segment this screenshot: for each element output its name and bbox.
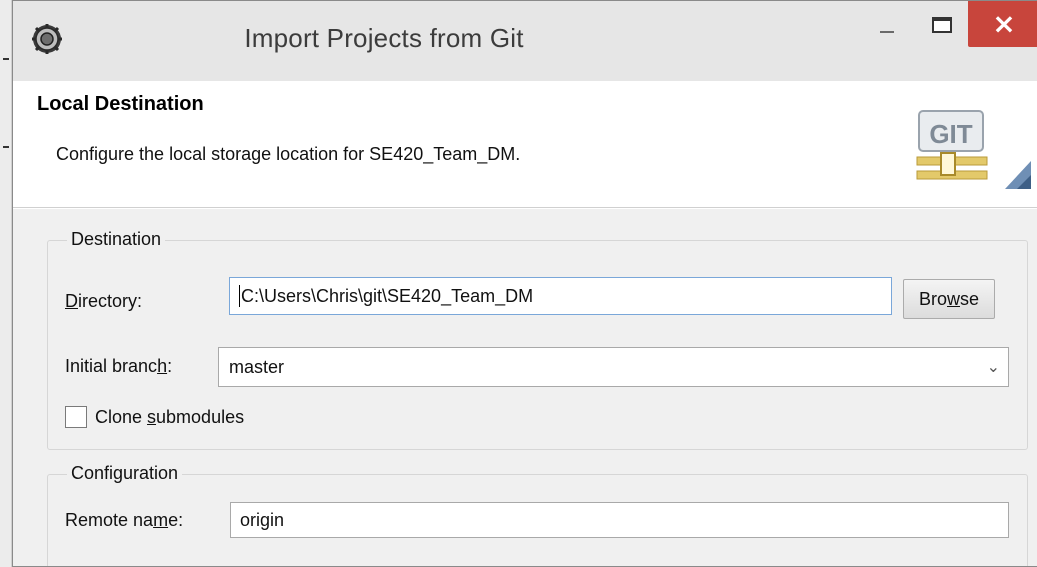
background-mark xyxy=(3,146,9,148)
initial-branch-label: Initial branch: xyxy=(65,356,173,376)
destination-group-label: Destination xyxy=(67,229,166,250)
page-title: Local Destination xyxy=(37,93,204,115)
background-window-strip xyxy=(0,0,12,567)
close-icon: × xyxy=(992,7,1016,40)
initial-branch-select[interactable]: master ⌄ xyxy=(218,347,1009,387)
clone-submodules-checkbox[interactable] xyxy=(65,406,87,428)
browse-button[interactable]: Browse xyxy=(903,279,995,319)
remote-name-input[interactable]: origin xyxy=(230,502,1009,538)
background-mark xyxy=(3,58,9,60)
directory-label: Directory: xyxy=(65,291,143,311)
wizard-header: Local Destination Configure the local st… xyxy=(13,81,1037,208)
configuration-group-label: Configuration xyxy=(67,463,183,484)
text-caret xyxy=(239,285,240,307)
title-bar[interactable]: Import Projects from Git × xyxy=(13,1,1037,81)
directory-input[interactable]: C:\Users\Chris\git\SE420_Team_DM xyxy=(229,277,892,315)
maximize-button[interactable] xyxy=(918,1,968,45)
directory-value: C:\Users\Chris\git\SE420_Team_DM xyxy=(241,285,534,306)
minimize-icon xyxy=(880,31,894,33)
wizard-body: Destination Directory: C:\Users\Chris\gi… xyxy=(13,209,1037,566)
remote-name-label: Remote name: xyxy=(65,510,184,530)
chevron-down-icon: ⌄ xyxy=(986,357,1000,376)
minimize-button[interactable] xyxy=(858,1,918,45)
page-description: Configure the local storage location for… xyxy=(56,144,521,164)
remote-name-value: origin xyxy=(240,509,285,530)
import-projects-dialog: Import Projects from Git × Local Destina… xyxy=(12,0,1037,567)
initial-branch-value: master xyxy=(229,357,285,377)
clone-submodules-label[interactable]: Clone submodules xyxy=(95,407,244,428)
git-logo-icon: GIT xyxy=(916,110,1031,189)
git-logo-text: GIT xyxy=(929,119,972,149)
window-title: Import Projects from Git xyxy=(244,23,524,53)
close-button[interactable]: × xyxy=(968,1,1037,47)
maximize-icon xyxy=(932,17,952,33)
